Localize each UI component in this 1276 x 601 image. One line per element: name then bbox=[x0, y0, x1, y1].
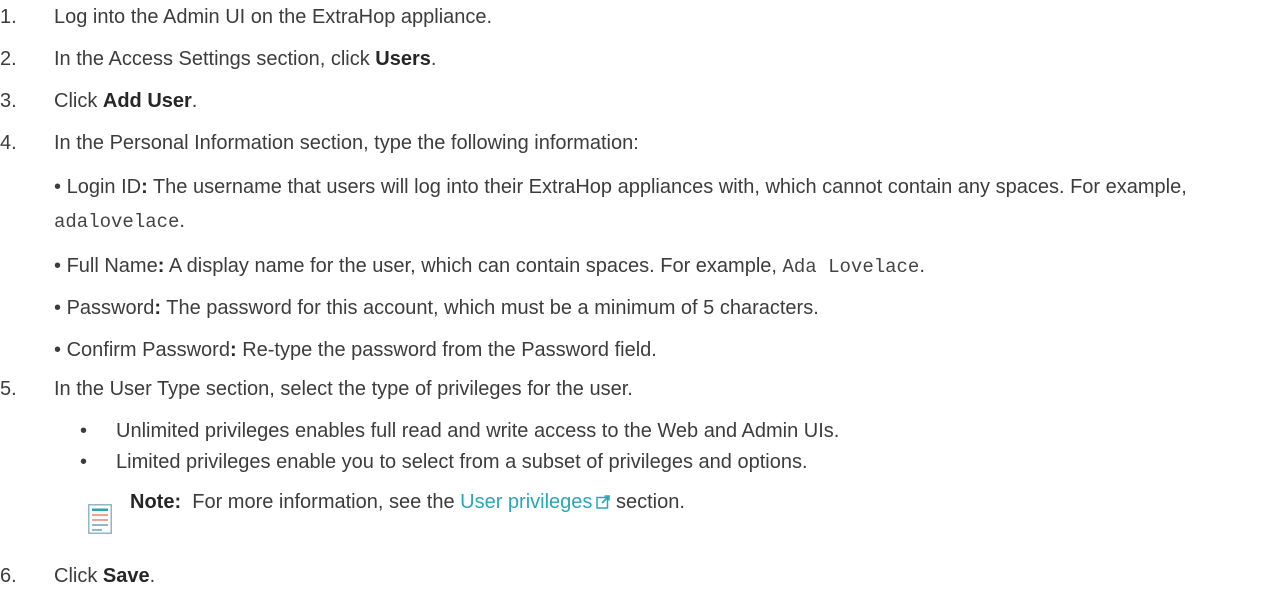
note-callout: Note: For more information, see the User… bbox=[130, 491, 685, 514]
step-text: Click Save. bbox=[54, 565, 155, 588]
step-text: Log into the Admin UI on the ExtraHop ap… bbox=[54, 6, 493, 28]
external-link-icon[interactable] bbox=[596, 495, 611, 509]
note-icon bbox=[88, 504, 112, 534]
note-text: For more information, see the bbox=[192, 491, 461, 513]
step-number: 4. bbox=[0, 132, 17, 154]
step-text-post: . bbox=[149, 565, 156, 587]
field-login-id: • Login ID: The username that users will… bbox=[54, 170, 1264, 239]
field-full-name: • Full Name: A display name for the user… bbox=[54, 255, 925, 278]
field-description: A display name for the user, which can c… bbox=[164, 255, 783, 277]
step-text-pre: Click bbox=[54, 565, 103, 587]
field-password: • Password: The password for this accoun… bbox=[54, 297, 819, 320]
bullet: • bbox=[54, 176, 62, 198]
example-value: adalovelace bbox=[54, 211, 180, 233]
bullet: • bbox=[54, 255, 62, 277]
step-number: 2. bbox=[0, 48, 17, 70]
field-description: The password for this account, which mus… bbox=[161, 297, 819, 319]
privilege-text: Limited privileges enable you to select … bbox=[116, 451, 808, 473]
label-colon: : bbox=[141, 176, 148, 198]
note-text-post: section. bbox=[610, 491, 685, 513]
step-text: Click Add User. bbox=[54, 90, 197, 113]
step-text-post: . bbox=[191, 90, 198, 112]
field-label: Login ID bbox=[66, 176, 142, 198]
bullet: • bbox=[80, 420, 88, 442]
step-text: In the Access Settings section, click Us… bbox=[54, 48, 436, 71]
step-text-pre: In the Access Settings section, click bbox=[54, 48, 376, 70]
bullet: • bbox=[80, 451, 88, 473]
sentence-end: . bbox=[179, 210, 185, 232]
step-number: 5. bbox=[0, 378, 17, 400]
bullet: • bbox=[54, 297, 62, 319]
step-text-post: . bbox=[430, 48, 437, 70]
field-label: Full Name bbox=[66, 255, 158, 277]
example-value: Ada Lovelace bbox=[782, 256, 920, 278]
link-label[interactable]: User privileges bbox=[460, 491, 592, 513]
field-label: Confirm Password bbox=[66, 339, 230, 361]
note-label: Note: bbox=[130, 491, 182, 513]
label-colon: : bbox=[229, 339, 237, 361]
field-label: Password bbox=[66, 297, 155, 319]
bullet: • bbox=[54, 339, 62, 361]
step-number: 3. bbox=[0, 90, 17, 112]
sentence-end: . bbox=[919, 255, 925, 277]
ui-term-users: Users bbox=[375, 48, 431, 70]
field-description: Re-type the password from the Password f… bbox=[236, 339, 657, 361]
step-text: In the Personal Information section, typ… bbox=[54, 132, 639, 154]
ui-term-save: Save bbox=[102, 565, 150, 587]
ui-term-add-user: Add User bbox=[102, 90, 192, 112]
step-number: 1. bbox=[0, 6, 17, 28]
step-number: 6. bbox=[0, 565, 17, 587]
field-description: The username that users will log into th… bbox=[147, 176, 1187, 198]
step-text: In the User Type section, select the typ… bbox=[54, 378, 633, 400]
privilege-text: Unlimited privileges enables full read a… bbox=[116, 420, 840, 442]
user-privileges-link[interactable]: User privileges bbox=[460, 491, 611, 513]
step-text-pre: Click bbox=[54, 90, 103, 112]
field-confirm-password: • Confirm Password: Re-type the password… bbox=[54, 339, 657, 362]
